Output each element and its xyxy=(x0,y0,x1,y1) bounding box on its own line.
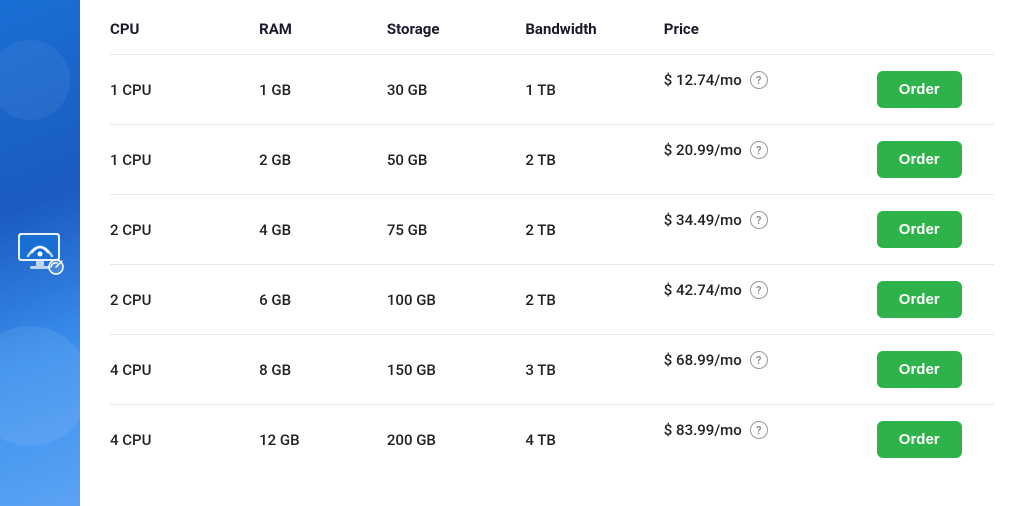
price-value: $ 68.99/mo xyxy=(664,351,742,369)
help-icon[interactable]: ? xyxy=(750,281,768,299)
col-header-ram: RAM xyxy=(259,20,387,55)
table-row: 1 CPU2 GB50 GB2 TB$ 20.99/mo?Order xyxy=(110,125,994,195)
help-icon[interactable]: ? xyxy=(750,141,768,159)
cell-ram: 4 GB xyxy=(259,195,387,265)
col-header-storage: Storage xyxy=(387,20,525,55)
help-icon[interactable]: ? xyxy=(750,71,768,89)
cell-price: $ 68.99/mo? xyxy=(664,335,877,385)
cell-storage: 200 GB xyxy=(387,405,525,475)
cell-cpu: 4 CPU xyxy=(110,335,259,405)
cell-cpu: 1 CPU xyxy=(110,125,259,195)
cell-bandwidth: 2 TB xyxy=(525,125,663,195)
price-value: $ 83.99/mo xyxy=(664,421,742,439)
help-icon[interactable]: ? xyxy=(750,211,768,229)
table-row: 4 CPU8 GB150 GB3 TB$ 68.99/mo?Order xyxy=(110,335,994,405)
cell-ram: 1 GB xyxy=(259,55,387,125)
order-button-0[interactable]: Order xyxy=(877,71,962,108)
cell-price: $ 83.99/mo? xyxy=(664,405,877,455)
price-value: $ 20.99/mo xyxy=(664,141,742,159)
price-value: $ 34.49/mo xyxy=(664,211,742,229)
cell-cpu: 2 CPU xyxy=(110,195,259,265)
cell-price: $ 42.74/mo? xyxy=(664,265,877,315)
cell-cpu: 1 CPU xyxy=(110,55,259,125)
price-value: $ 12.74/mo xyxy=(664,71,742,89)
col-header-cpu: CPU xyxy=(110,20,259,55)
cell-price: $ 12.74/mo? xyxy=(664,55,877,105)
cell-bandwidth: 2 TB xyxy=(525,265,663,335)
order-button-4[interactable]: Order xyxy=(877,351,962,388)
col-header-price: Price xyxy=(664,20,877,55)
main-content: CPU RAM Storage Bandwidth Price 1 CPU1 G… xyxy=(80,0,1024,506)
help-icon[interactable]: ? xyxy=(750,351,768,369)
cell-action: Order xyxy=(877,265,994,335)
cell-bandwidth: 3 TB xyxy=(525,335,663,405)
cell-storage: 75 GB xyxy=(387,195,525,265)
help-icon[interactable]: ? xyxy=(750,421,768,439)
cell-ram: 6 GB xyxy=(259,265,387,335)
cell-storage: 100 GB xyxy=(387,265,525,335)
order-button-1[interactable]: Order xyxy=(877,141,962,178)
cell-storage: 50 GB xyxy=(387,125,525,195)
cell-action: Order xyxy=(877,125,994,195)
cell-ram: 12 GB xyxy=(259,405,387,475)
cell-storage: 150 GB xyxy=(387,335,525,405)
order-button-5[interactable]: Order xyxy=(877,421,962,458)
order-button-2[interactable]: Order xyxy=(877,211,962,248)
cell-storage: 30 GB xyxy=(387,55,525,125)
pricing-table: CPU RAM Storage Bandwidth Price 1 CPU1 G… xyxy=(110,20,994,474)
price-value: $ 42.74/mo xyxy=(664,281,742,299)
sidebar xyxy=(0,0,80,506)
cell-ram: 2 GB xyxy=(259,125,387,195)
table-row: 2 CPU6 GB100 GB2 TB$ 42.74/mo?Order xyxy=(110,265,994,335)
cell-price: $ 20.99/mo? xyxy=(664,125,877,175)
col-header-action xyxy=(877,20,994,55)
table-row: 1 CPU1 GB30 GB1 TB$ 12.74/mo?Order xyxy=(110,55,994,125)
table-row: 4 CPU12 GB200 GB4 TB$ 83.99/mo?Order xyxy=(110,405,994,475)
cell-action: Order xyxy=(877,335,994,405)
cell-cpu: 2 CPU xyxy=(110,265,259,335)
cell-action: Order xyxy=(877,55,994,125)
table-row: 2 CPU4 GB75 GB2 TB$ 34.49/mo?Order xyxy=(110,195,994,265)
cell-bandwidth: 4 TB xyxy=(525,405,663,475)
cell-price: $ 34.49/mo? xyxy=(664,195,877,245)
cell-bandwidth: 2 TB xyxy=(525,195,663,265)
wifi-satellite-icon xyxy=(12,225,68,281)
col-header-bandwidth: Bandwidth xyxy=(525,20,663,55)
cell-cpu: 4 CPU xyxy=(110,405,259,475)
cell-bandwidth: 1 TB xyxy=(525,55,663,125)
cell-action: Order xyxy=(877,405,994,475)
cell-ram: 8 GB xyxy=(259,335,387,405)
order-button-3[interactable]: Order xyxy=(877,281,962,318)
cell-action: Order xyxy=(877,195,994,265)
